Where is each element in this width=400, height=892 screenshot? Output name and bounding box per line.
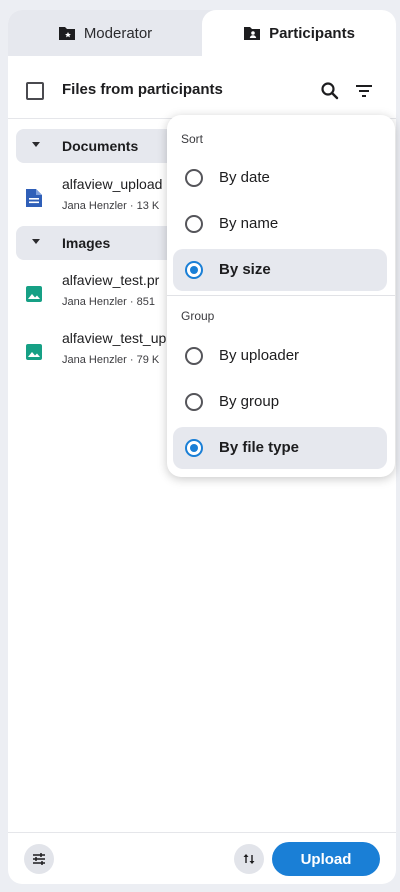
radio-button — [185, 347, 203, 365]
image-icon — [26, 344, 42, 360]
group-section-label: Group — [181, 309, 215, 323]
files-title: Files from participants — [62, 81, 223, 98]
file-meta: Jana Henzler · 13 K — [62, 200, 160, 212]
upload-button[interactable]: Upload — [272, 842, 380, 876]
menu-item-sort-by-date[interactable]: By date — [173, 157, 387, 199]
select-all-checkbox[interactable] — [26, 82, 44, 100]
menu-item-sort-by-name[interactable]: By name — [173, 203, 387, 245]
tab-bar: Moderator Participants — [8, 10, 396, 56]
tab-moderator-label: Moderator — [83, 24, 153, 42]
menu-item-sort-by-size[interactable]: By size — [173, 249, 387, 291]
settings-button[interactable] — [24, 844, 54, 874]
menu-item-label: By file type — [219, 439, 300, 456]
sort-button[interactable] — [234, 844, 264, 874]
tab-participants-label: Participants — [269, 24, 355, 42]
group-label: Images — [62, 235, 111, 251]
file-meta: Jana Henzler · 79 K — [62, 354, 160, 366]
sort-section-label: Sort — [181, 132, 204, 146]
menu-item-label: By date — [219, 169, 270, 186]
radio-button — [185, 215, 203, 233]
menu-item-label: By size — [219, 261, 271, 278]
menu-divider — [167, 295, 395, 296]
menu-item-group-by-file-type[interactable]: By file type — [173, 427, 387, 469]
tab-moderator[interactable]: Moderator — [8, 10, 202, 56]
folder-star-icon — [58, 27, 75, 40]
caret-down-icon — [32, 142, 40, 147]
menu-item-group-by-uploader[interactable]: By uploader — [173, 335, 387, 377]
file-name: alfaview_test.pr — [62, 272, 160, 288]
filter-list-icon[interactable] — [352, 79, 376, 103]
tab-participants[interactable]: Participants — [202, 10, 396, 56]
sort-group-menu: Sort By date By name By size Group By up… — [167, 115, 395, 477]
settings-sliders-icon — [33, 853, 45, 865]
radio-button-selected — [185, 261, 203, 279]
menu-item-label: By uploader — [219, 347, 300, 364]
file-name: alfaview_test_up — [62, 330, 167, 346]
image-icon — [26, 286, 42, 302]
folder-person-icon — [244, 27, 261, 40]
file-meta: Jana Henzler · 851 — [62, 296, 155, 308]
caret-down-icon — [32, 239, 40, 244]
radio-button — [185, 393, 203, 411]
radio-button-selected — [185, 439, 203, 457]
files-header: Files from participants — [8, 72, 396, 108]
file-name: alfaview_upload — [62, 176, 163, 192]
sort-arrows-icon — [243, 854, 255, 864]
menu-item-label: By group — [219, 393, 280, 410]
menu-item-group-by-group[interactable]: By group — [173, 381, 387, 423]
group-label: Documents — [62, 138, 139, 154]
search-icon[interactable] — [318, 79, 342, 103]
footer-divider — [8, 832, 396, 833]
radio-button — [185, 169, 203, 187]
menu-item-label: By name — [219, 215, 279, 232]
document-icon — [26, 189, 42, 207]
